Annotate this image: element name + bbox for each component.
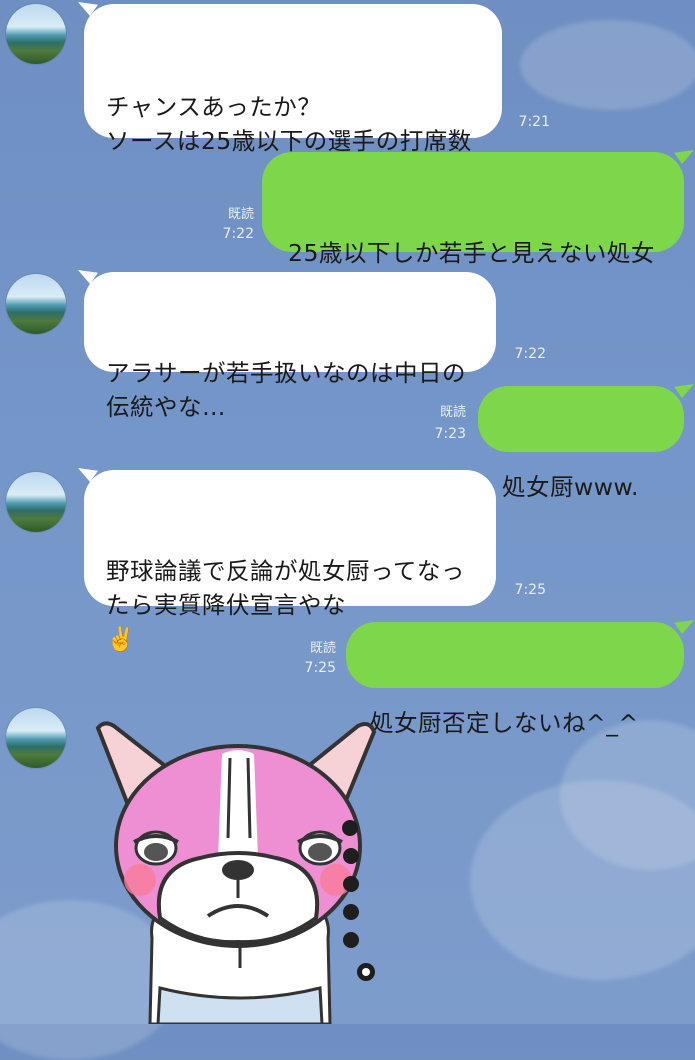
bubble-tail [78, 270, 98, 284]
message-time: 7:21 [518, 114, 550, 130]
message-time: 7:23 [434, 426, 466, 442]
message-time: 7:25 [514, 582, 546, 598]
message-bubble-outgoing[interactable]: 25歳以下しか若手と見えない処女厨www [262, 150, 694, 301]
bubble-tail [674, 384, 694, 398]
avatar-icon[interactable] [6, 4, 66, 64]
message-text: チャンスあったか？ ソースは25歳以下の選手の打席数 [106, 93, 472, 155]
message-bubble-incoming[interactable]: 野球論議で反論が処女厨ってなったら実質降伏宣言やな ✌️ [78, 468, 496, 653]
pink-bulldog-sticker[interactable] [90, 718, 450, 1026]
message-time: 7:22 [514, 346, 546, 362]
message-text: アラサーが若手扱いなのは中日の伝統やな… [106, 359, 466, 421]
message-time: 7:22 [222, 226, 254, 242]
bubble-tail [674, 620, 694, 634]
read-receipt: 既読 [227, 207, 254, 222]
avatar-icon[interactable] [6, 708, 66, 768]
bubble-tail [78, 2, 98, 16]
bubble-tail [674, 150, 694, 164]
message-time: 7:25 [304, 660, 336, 676]
read-receipt: 既読 [309, 641, 336, 656]
bubble-tail [78, 468, 98, 482]
avatar-icon[interactable] [6, 274, 66, 334]
message-text: 処女厨www. [502, 473, 639, 501]
message-bubble-outgoing[interactable]: 処女厨www. [478, 384, 694, 501]
message-bubble-incoming[interactable]: チャンスあったか？ ソースは25歳以下の選手の打席数 [78, 2, 502, 155]
avatar-icon[interactable] [6, 472, 66, 532]
read-receipt: 既読 [439, 405, 466, 420]
message-bubble-incoming[interactable]: アラサーが若手扱いなのは中日の伝統やな… [78, 270, 496, 421]
message-bubble-outgoing[interactable]: 処女厨否定しないね^_^ [346, 620, 694, 737]
